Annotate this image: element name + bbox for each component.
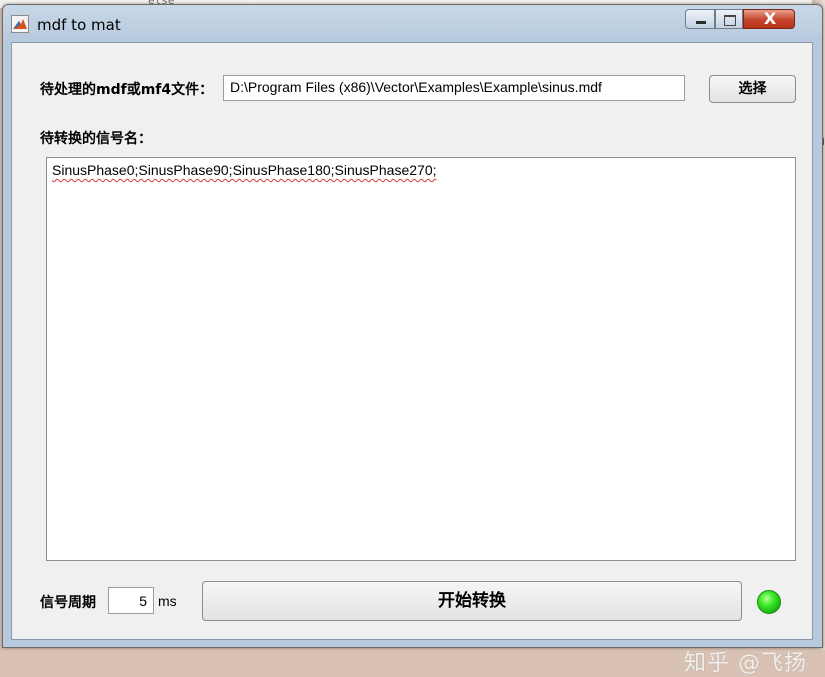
choose-file-button[interactable]: 选择 (709, 75, 796, 103)
app-window: mdf to mat X 待处理的mdf或mf4文件： D:\Program F… (2, 4, 823, 676)
signal-names-textarea[interactable]: SinusPhase0;SinusPhase90;SinusPhase180;S… (46, 157, 796, 561)
file-label: 待处理的mdf或mf4文件： (40, 82, 214, 98)
maximize-button[interactable] (715, 9, 743, 29)
maximize-icon (724, 15, 736, 26)
period-input[interactable]: 5 (108, 587, 154, 614)
signals-label: 待转换的信号名： (40, 131, 152, 147)
client-area: 待处理的mdf或mf4文件： D:\Program Files (x86)\Ve… (11, 42, 813, 676)
title-bar[interactable]: mdf to mat X (3, 5, 822, 41)
period-unit: ms (158, 593, 177, 609)
minimize-button[interactable] (685, 9, 715, 29)
close-button[interactable]: X (743, 9, 795, 29)
window-title: mdf to mat (37, 16, 121, 34)
matlab-icon[interactable] (11, 15, 29, 33)
start-convert-button[interactable]: 开始转换 (202, 581, 742, 621)
window-controls: X (685, 9, 813, 31)
status-lamp-icon (757, 590, 781, 614)
close-icon: X (763, 9, 777, 28)
signal-names-text: SinusPhase0;SinusPhase90;SinusPhase180;S… (52, 162, 437, 178)
minimize-icon (696, 21, 706, 24)
period-label: 信号周期 (40, 595, 96, 611)
file-path-input[interactable]: D:\Program Files (x86)\Vector\Examples\E… (223, 75, 685, 101)
